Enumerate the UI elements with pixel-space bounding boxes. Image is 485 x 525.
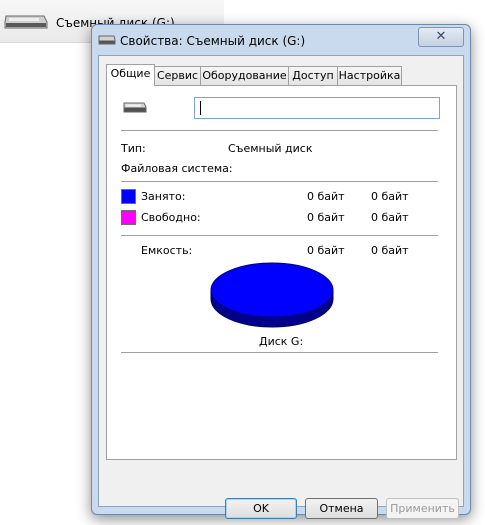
used-space-swatch (121, 189, 136, 204)
free-label: Свободно: (141, 211, 201, 224)
tab-label: Общие (110, 67, 151, 80)
tab-hardware[interactable]: Оборудование (200, 66, 289, 85)
type-value: Съемный диск (228, 142, 313, 155)
drive-name-field[interactable] (194, 97, 440, 119)
window-title: Свойства: Съемный диск (G:) (120, 34, 306, 48)
separator (121, 352, 438, 353)
close-button[interactable]: ✕ (418, 27, 464, 47)
title-bar[interactable]: Свойства: Съемный диск (G:) ✕ (92, 25, 470, 55)
removable-drive-icon (98, 34, 116, 49)
capacity-size: 0 байт (371, 244, 409, 257)
general-tab-panel: Тип: Съемный диск Файловая система: Заня… (106, 85, 457, 460)
used-size: 0 байт (371, 190, 409, 203)
tab-service[interactable]: Сервис (154, 66, 201, 85)
removable-drive-icon (123, 100, 147, 117)
tab-label: Сервис (156, 69, 199, 82)
text-caret (200, 101, 201, 115)
disk-usage-pie (210, 262, 334, 328)
apply-button-label: Применить (390, 502, 455, 515)
used-label: Занято: (141, 190, 186, 203)
close-icon: ✕ (435, 29, 447, 44)
ok-button[interactable]: OK (225, 498, 297, 519)
cancel-button-label: Отмена (319, 502, 364, 515)
tab-label: Доступ (292, 69, 334, 82)
cancel-button[interactable]: Отмена (305, 498, 378, 519)
free-space-swatch (121, 210, 136, 225)
capacity-bytes: 0 байт (307, 244, 345, 257)
separator (121, 235, 438, 236)
apply-button[interactable]: Применить (386, 498, 459, 519)
tab-sharing[interactable]: Доступ (288, 66, 338, 85)
removable-drive-icon (4, 14, 48, 33)
dialog-client-area: Общие Сервис Оборудование Доступ Настрой… (98, 55, 464, 519)
tab-general[interactable]: Общие (106, 64, 155, 86)
filesystem-label: Файловая система: (121, 162, 233, 175)
free-bytes: 0 байт (307, 211, 345, 224)
separator (121, 181, 438, 182)
pie-top-used (210, 262, 334, 318)
capacity-label: Емкость: (141, 244, 193, 257)
ok-button-label: OK (253, 502, 269, 515)
tab-label: Настройка (338, 69, 401, 82)
type-label: Тип: (121, 142, 146, 155)
properties-dialog: Свойства: Съемный диск (G:) ✕ Общие Серв… (91, 24, 471, 519)
used-bytes: 0 байт (307, 190, 345, 203)
drive-name-input[interactable] (203, 99, 433, 115)
free-size: 0 байт (371, 211, 409, 224)
tab-label: Оборудование (202, 69, 287, 82)
separator (121, 130, 438, 131)
disk-label: Диск G: (259, 335, 304, 348)
tab-customize[interactable]: Настройка (337, 66, 402, 85)
